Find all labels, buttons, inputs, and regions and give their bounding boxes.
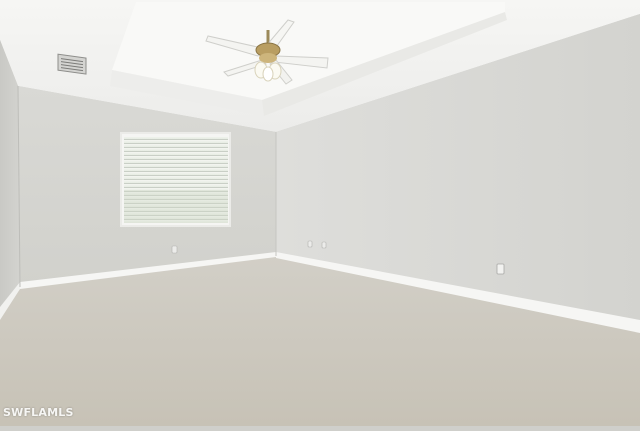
electrical-outlet-icon <box>496 263 505 275</box>
air-vent-icon <box>57 53 87 75</box>
electrical-outlet-icon <box>307 240 313 248</box>
empty-room-photo: SWFLAMLS <box>0 0 640 426</box>
electrical-outlet-icon <box>321 241 327 249</box>
room-illustration <box>0 0 640 426</box>
electrical-outlet-icon <box>171 245 178 254</box>
window-blinds <box>120 132 231 227</box>
watermark-logo: SWFLAMLS <box>3 406 74 419</box>
